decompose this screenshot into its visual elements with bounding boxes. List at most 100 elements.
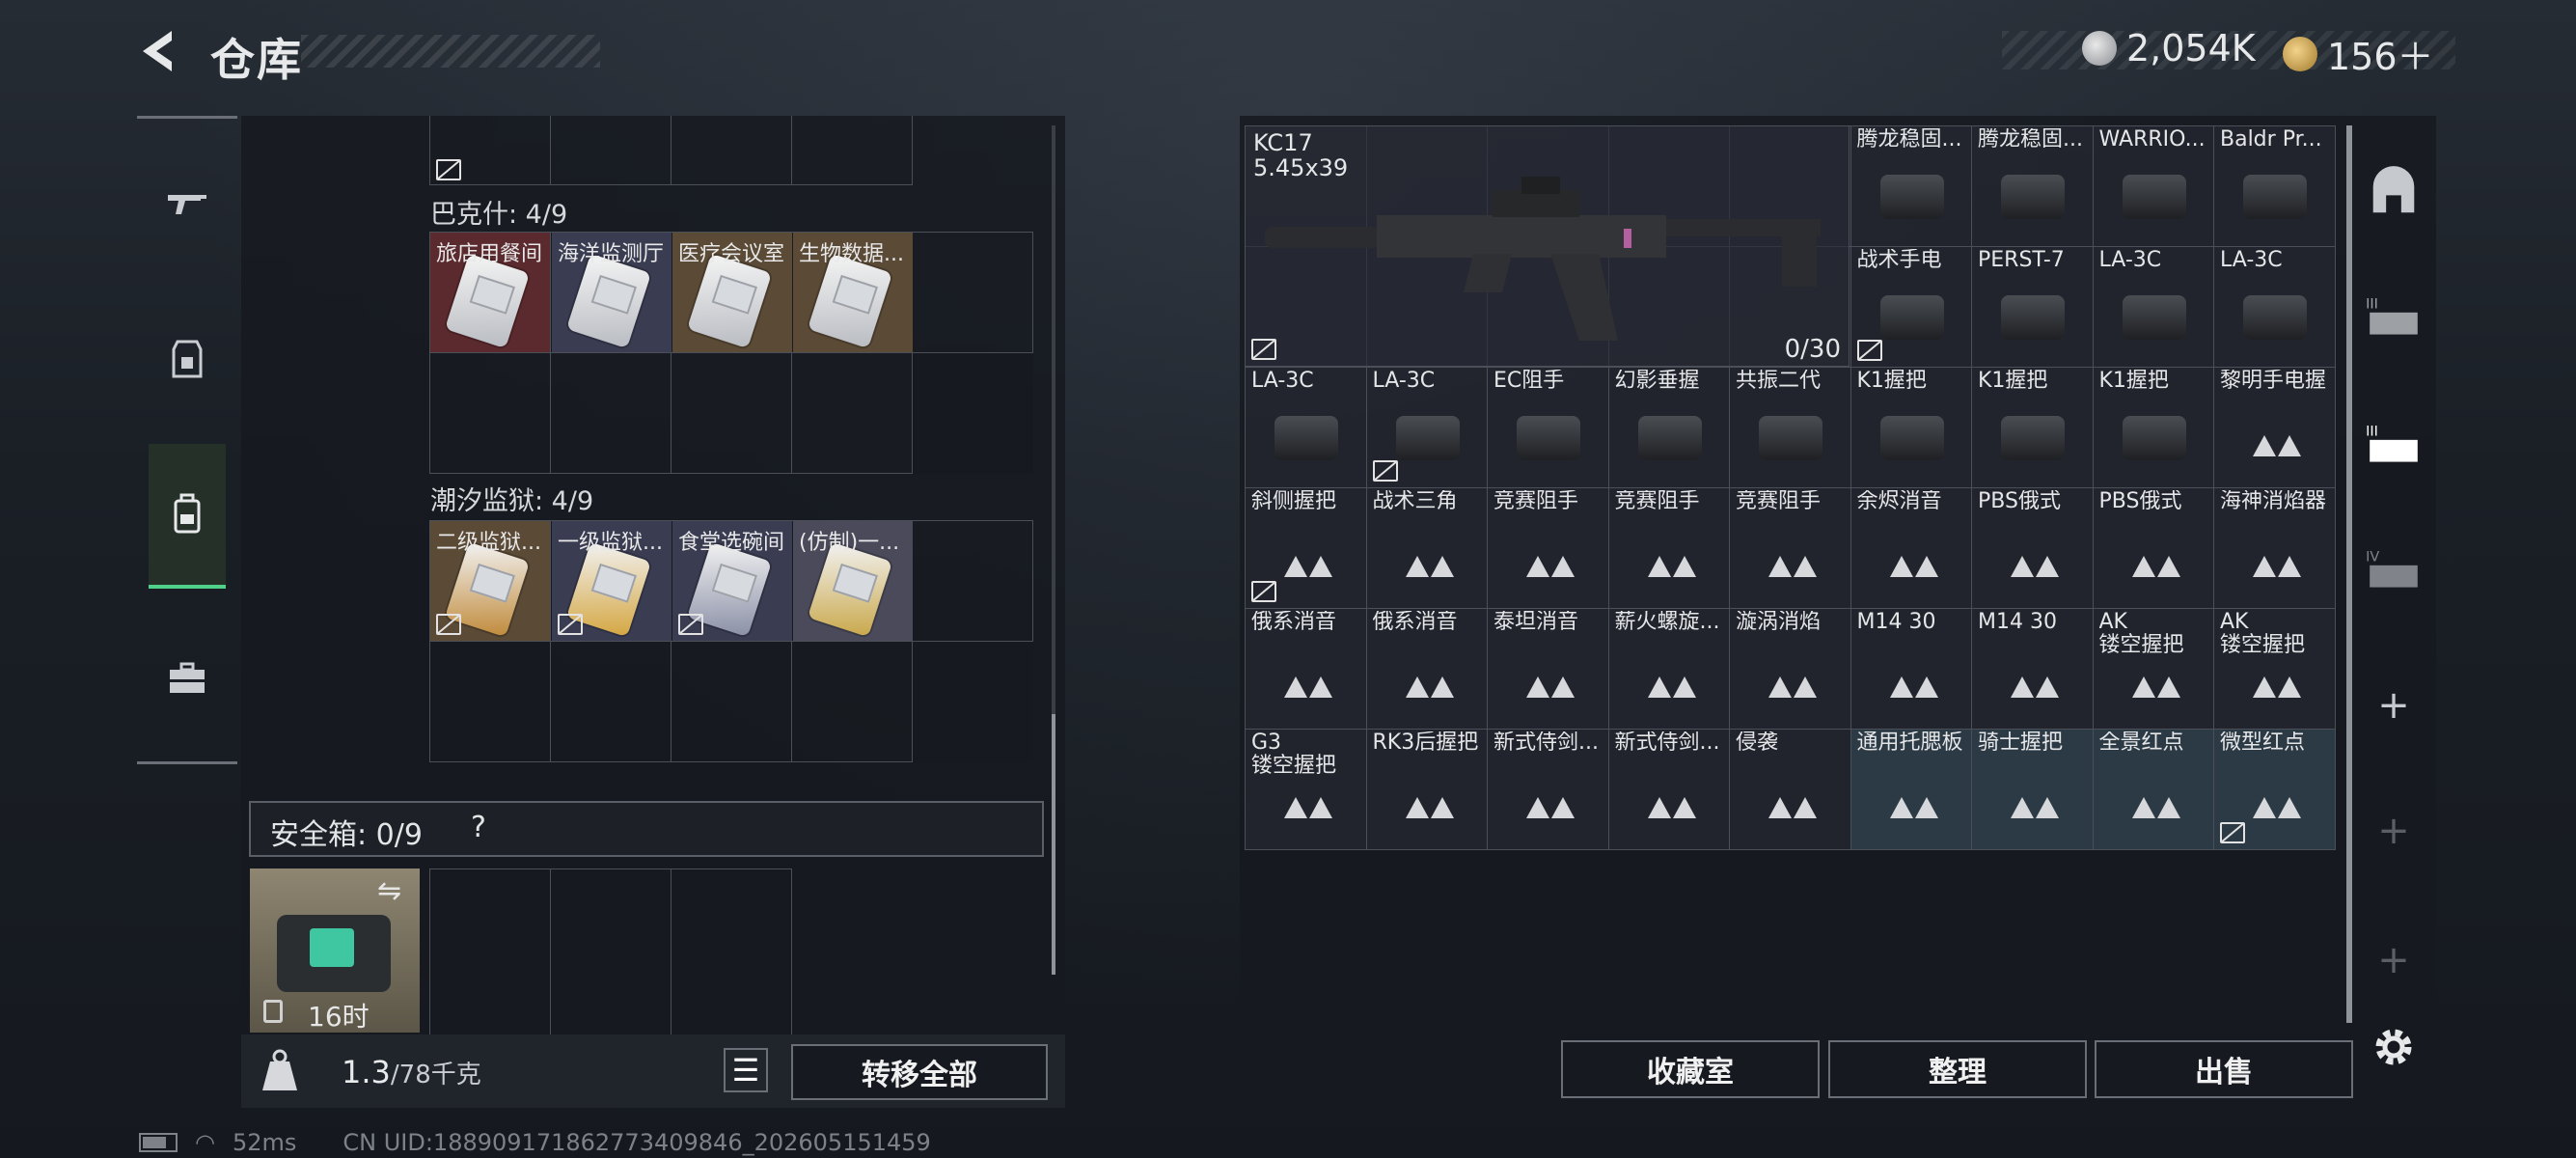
grid-slot[interactable] bbox=[671, 642, 792, 762]
grid-slot[interactable] bbox=[792, 642, 913, 762]
stash-item[interactable]: 竞赛阻手 bbox=[1488, 488, 1609, 609]
stash-item[interactable]: 黎明手电握 bbox=[2214, 368, 2336, 488]
weapon-item[interactable]: KC17 5.45x39 0/30 bbox=[1245, 125, 1850, 367]
sidebar-item-backpack[interactable] bbox=[149, 444, 226, 589]
stash-item[interactable]: G3 镂空握把 bbox=[1246, 730, 1367, 850]
back-arrow-icon[interactable] bbox=[135, 27, 183, 75]
sidebar-item-armor[interactable] bbox=[147, 318, 228, 400]
key-card-item[interactable]: 二级监狱... bbox=[430, 521, 550, 641]
key-card-item[interactable]: 生物数据... bbox=[793, 233, 913, 352]
stash-item[interactable]: 海神消焰器 bbox=[2214, 488, 2336, 609]
keycard-image bbox=[444, 253, 531, 349]
stash-item[interactable]: 战术手电 bbox=[1850, 247, 1972, 368]
list-view-button[interactable]: ☰ bbox=[724, 1048, 768, 1092]
grid-slot[interactable] bbox=[913, 233, 1033, 353]
stash-item[interactable]: LA-3C bbox=[2093, 247, 2214, 368]
stash-item[interactable]: 斜侧握把 bbox=[1246, 488, 1367, 609]
sidebar-item-weapons[interactable] bbox=[147, 162, 228, 243]
grid-slot[interactable] bbox=[551, 642, 671, 762]
stash-item[interactable]: AK 镂空握把 bbox=[2093, 609, 2214, 730]
transfer-all-button[interactable]: 转移全部 bbox=[791, 1044, 1048, 1100]
stash-item[interactable]: PERST-7 bbox=[1972, 247, 2094, 368]
grid-slot[interactable] bbox=[430, 642, 551, 762]
stash-item[interactable]: 通用托腮板 bbox=[1850, 730, 1972, 850]
swap-icon[interactable]: ⇋ bbox=[377, 874, 401, 908]
stash-item[interactable]: 新式侍剑... bbox=[1608, 730, 1730, 850]
grid-slot[interactable] bbox=[913, 521, 1033, 642]
stash-item[interactable]: PBS俄式 bbox=[1972, 488, 2094, 609]
help-icon[interactable]: ? bbox=[471, 811, 486, 844]
stash-item[interactable]: LA-3C bbox=[2214, 247, 2336, 368]
silver-currency[interactable]: 2,054K bbox=[2082, 27, 2256, 69]
stash-item[interactable]: M14 30 bbox=[1850, 609, 1972, 730]
stash-item[interactable]: 竞赛阻手 bbox=[1730, 488, 1851, 609]
stash-item[interactable]: 漩涡消焰 bbox=[1730, 609, 1851, 730]
stash-item[interactable]: Baldr Pr... bbox=[2214, 126, 2336, 247]
stash-item[interactable]: 余烬消音 bbox=[1850, 488, 1972, 609]
key-card-item[interactable]: 海洋监测厅 bbox=[552, 233, 671, 352]
stash-item[interactable]: 侵袭 bbox=[1730, 730, 1851, 850]
stash-item[interactable]: EC阻手 bbox=[1488, 368, 1609, 488]
weight-max: /78千克 bbox=[390, 1061, 481, 1089]
grid-slot[interactable] bbox=[430, 869, 551, 1035]
add-tab-icon[interactable]: + bbox=[2364, 676, 2424, 735]
key-card-item[interactable]: 旅店用餐间 bbox=[430, 233, 550, 352]
sort-button[interactable]: 整理 bbox=[1828, 1040, 2087, 1098]
left-scrollbar-thumb[interactable] bbox=[1052, 714, 1055, 975]
item-name: WARRIO... bbox=[2098, 128, 2206, 152]
stash-item[interactable]: 泰坦消音 bbox=[1488, 609, 1609, 730]
stash-item[interactable]: LA-3C bbox=[1366, 368, 1488, 488]
stash-item[interactable]: PBS俄式 bbox=[2093, 488, 2214, 609]
stash-item[interactable]: LA-3C bbox=[1246, 368, 1367, 488]
grid-slot[interactable] bbox=[671, 116, 792, 185]
tab-stash-3[interactable]: III bbox=[2364, 288, 2424, 347]
grid-slot[interactable] bbox=[551, 116, 671, 185]
key-card-item[interactable]: 医疗会议室 bbox=[672, 233, 792, 352]
tab-stash-main[interactable] bbox=[2364, 162, 2424, 222]
safebox-item[interactable]: ⇋ 16时 bbox=[250, 868, 420, 1033]
sidebar-item-toolbox[interactable] bbox=[147, 637, 228, 718]
gear-icon[interactable] bbox=[2368, 1021, 2420, 1073]
grid-slot[interactable] bbox=[430, 353, 551, 474]
tab-stash-selected[interactable]: III bbox=[2364, 415, 2424, 475]
stash-item[interactable]: RK3后握把 bbox=[1366, 730, 1488, 850]
collection-room-button[interactable]: 收藏室 bbox=[1561, 1040, 1820, 1098]
stash-item[interactable]: 薪火螺旋... bbox=[1608, 609, 1730, 730]
key-card-item[interactable]: 一级监狱... bbox=[552, 521, 671, 641]
key-card-item[interactable]: (仿制)一... bbox=[793, 521, 913, 641]
grid-slot[interactable] bbox=[671, 353, 792, 474]
stash-item[interactable]: K1握把 bbox=[1850, 368, 1972, 488]
stash-item[interactable]: K1握把 bbox=[1972, 368, 2094, 488]
tab-stash-4[interactable]: IV bbox=[2364, 540, 2424, 600]
grid-slot[interactable] bbox=[792, 116, 913, 185]
stash-item[interactable]: AK 镂空握把 bbox=[2214, 609, 2336, 730]
stash-item[interactable]: 俄系消音 bbox=[1246, 609, 1367, 730]
stash-item[interactable]: 竞赛阻手 bbox=[1608, 488, 1730, 609]
stash-item[interactable]: 全景红点 bbox=[2093, 730, 2214, 850]
grid-slot[interactable] bbox=[671, 869, 792, 1035]
key-card-item[interactable]: 食堂选碗间 bbox=[672, 521, 792, 641]
right-scrollbar[interactable] bbox=[2346, 125, 2352, 1023]
stash-item[interactable]: K1握把 bbox=[2093, 368, 2214, 488]
grid-slot[interactable] bbox=[551, 353, 671, 474]
stash-item[interactable]: 共振二代 bbox=[1730, 368, 1851, 488]
stash-item[interactable]: 幻影垂握 bbox=[1608, 368, 1730, 488]
stash-item[interactable]: 腾龙稳固... bbox=[1972, 126, 2094, 247]
item-name: 旅店用餐间 bbox=[436, 242, 543, 266]
stash-item[interactable]: 腾龙稳固... bbox=[1850, 126, 1972, 247]
grid-slot[interactable] bbox=[792, 353, 913, 474]
stash-item[interactable]: 新式侍剑... bbox=[1488, 730, 1609, 850]
gold-currency[interactable]: 156＋ bbox=[2283, 27, 2434, 80]
no-bind-icon bbox=[1251, 339, 1276, 360]
placeholder-triangle-icon bbox=[1647, 676, 1696, 698]
grid-slot[interactable] bbox=[551, 869, 671, 1035]
stash-item[interactable]: M14 30 bbox=[1972, 609, 2094, 730]
stash-item[interactable]: 微型红点 bbox=[2214, 730, 2336, 850]
stash-item[interactable]: 战术三角 bbox=[1366, 488, 1488, 609]
stash-item[interactable]: 骑士握把 bbox=[1972, 730, 2094, 850]
attachment-image bbox=[1879, 295, 1944, 340]
stash-item[interactable]: WARRIO... bbox=[2093, 126, 2214, 247]
grid-slot[interactable] bbox=[430, 116, 551, 185]
sell-button[interactable]: 出售 bbox=[2095, 1040, 2353, 1098]
stash-item[interactable]: 俄系消音 bbox=[1366, 609, 1488, 730]
